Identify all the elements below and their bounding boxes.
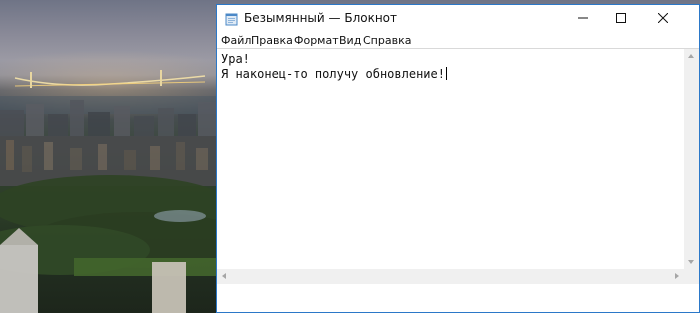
text-caret [445, 67, 447, 80]
window-title: Безымянный — Блокнот [244, 11, 398, 25]
desktop: Безымянный — Блокнот Файл Правка Формат … [0, 0, 700, 313]
scroll-down-arrow-icon[interactable] [688, 260, 694, 264]
vertical-scrollbar[interactable] [684, 48, 699, 269]
editor-line: Ура! [221, 52, 250, 66]
minimize-icon [578, 17, 588, 19]
editor-line-text: Я наконец-то получу обновление! [221, 67, 445, 81]
menu-view[interactable]: Вид [339, 34, 361, 47]
maximize-icon [616, 13, 626, 23]
maximize-button[interactable] [599, 5, 643, 31]
scrollbar-corner [684, 269, 699, 284]
menu-edit[interactable]: Правка [251, 34, 293, 47]
close-button[interactable] [641, 5, 685, 31]
notepad-window[interactable]: Безымянный — Блокнот Файл Правка Формат … [216, 4, 700, 313]
editor-line-with-caret: Я наконец-то получу обновление! [221, 67, 684, 82]
scroll-left-arrow-icon[interactable] [222, 273, 226, 279]
horizontal-scrollbar[interactable] [217, 269, 684, 284]
text-editor[interactable]: Ура! Я наконец-то получу обновление! [217, 48, 684, 269]
scroll-right-arrow-icon[interactable] [675, 273, 679, 279]
menu-help[interactable]: Справка [363, 34, 411, 47]
menu-format[interactable]: Формат [294, 34, 339, 47]
scroll-up-arrow-icon[interactable] [688, 54, 694, 58]
notepad-icon [225, 11, 238, 26]
close-icon [658, 13, 668, 23]
title-bar[interactable]: Безымянный — Блокнот [217, 5, 699, 31]
menu-file[interactable]: Файл [221, 34, 251, 47]
